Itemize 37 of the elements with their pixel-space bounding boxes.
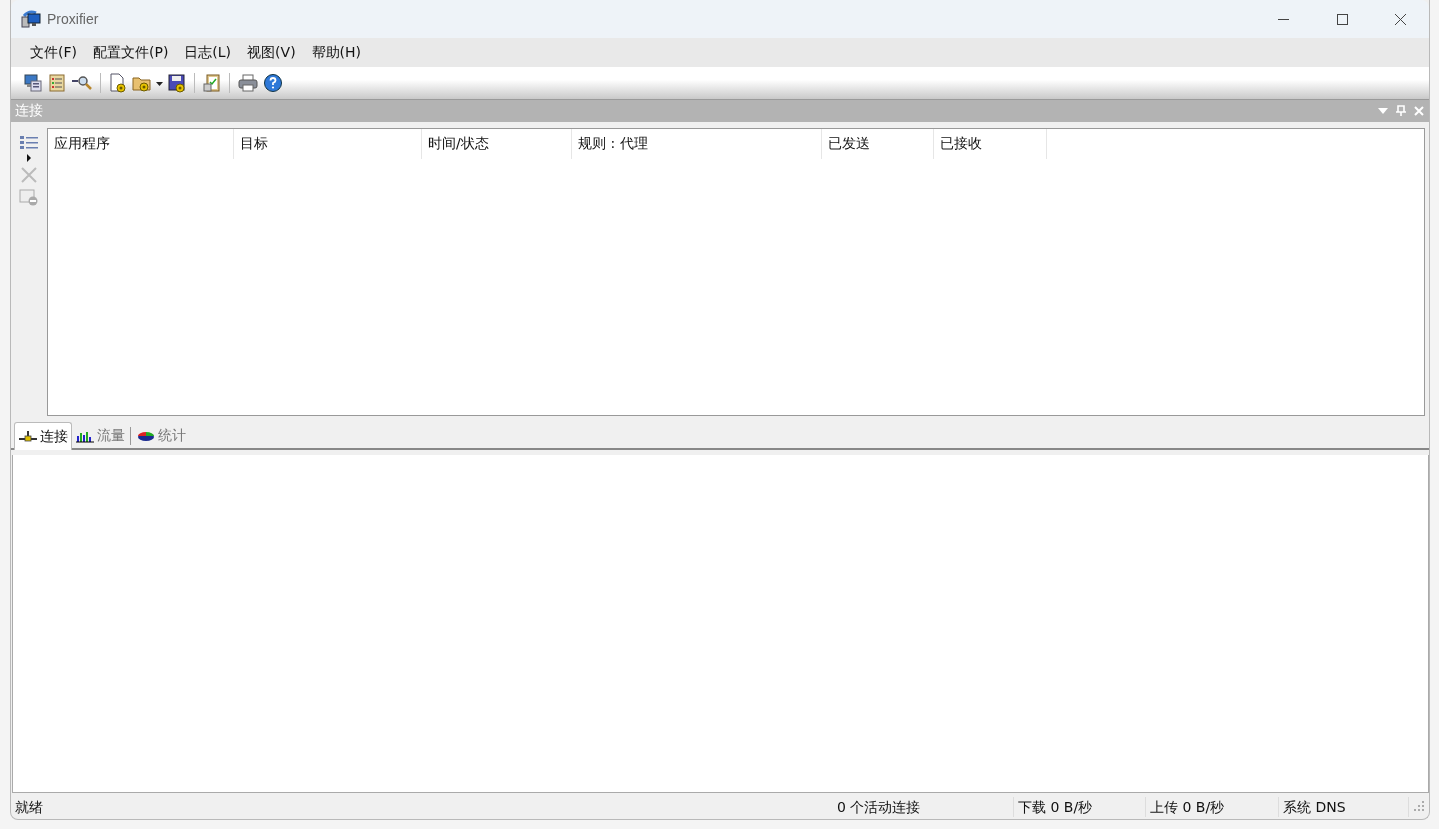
menu-item[interactable]: 文件(F): [23, 40, 84, 65]
menu-item[interactable]: 日志(L): [177, 40, 239, 65]
status-text: 就绪: [14, 798, 44, 817]
status-text: 下载 0 B/秒: [1014, 797, 1146, 817]
app-icon: [21, 10, 41, 28]
status-text: 系统 DNS: [1279, 797, 1409, 817]
document-gear-icon[interactable]: [108, 73, 128, 93]
menu-item[interactable]: 配置文件(P): [86, 40, 176, 65]
status-text: 0 个活动连接: [831, 797, 1014, 817]
tab[interactable]: 连接: [14, 422, 72, 450]
column-header[interactable]: 已发送: [822, 129, 934, 159]
expand-arrow-icon[interactable]: [26, 154, 32, 162]
status-text: 上传 0 B/秒: [1146, 797, 1279, 817]
help-icon[interactable]: [263, 73, 283, 93]
column-header[interactable]: 已接收: [934, 129, 1047, 159]
bar-chart-icon: [75, 429, 95, 443]
tab[interactable]: 流量: [72, 424, 128, 448]
close-icon[interactable]: [1413, 105, 1425, 117]
printer-icon[interactable]: [237, 73, 259, 93]
column-header[interactable]: 目标: [234, 129, 422, 159]
column-header[interactable]: 规则 : 代理: [572, 129, 822, 159]
column-header[interactable]: 时间/状态: [422, 129, 572, 159]
resize-grip-icon[interactable]: [1413, 800, 1425, 812]
menu-item[interactable]: 视图(V): [240, 40, 303, 65]
connection-icon: [18, 429, 38, 444]
pin-icon[interactable]: [1395, 105, 1407, 117]
window-title: Proxifier: [47, 11, 99, 27]
menu-item[interactable]: 帮助(H): [304, 40, 369, 65]
tab[interactable]: 统计: [133, 424, 189, 448]
panel-title: 连接: [15, 102, 43, 120]
pie-chart-icon: [136, 429, 156, 443]
column-header[interactable]: 应用程序: [48, 129, 234, 159]
scroll-list-icon[interactable]: [47, 73, 67, 93]
clipboard-check-icon[interactable]: [202, 73, 222, 93]
floppy-gear-icon[interactable]: [167, 73, 187, 93]
computer-icon[interactable]: [23, 73, 43, 93]
window-minus-icon[interactable]: [19, 188, 39, 206]
